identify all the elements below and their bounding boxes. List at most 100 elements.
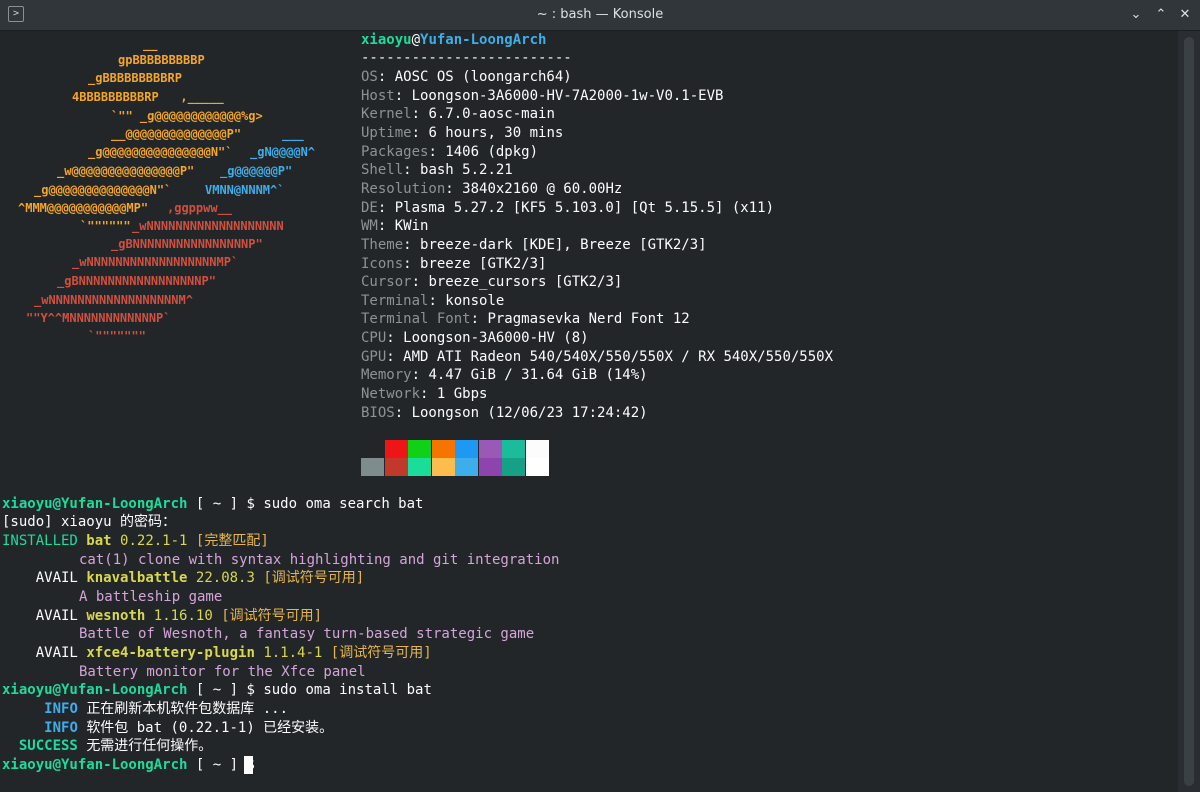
sysinfo-label: Terminal Font <box>361 311 471 328</box>
sysinfo-row: Resolution: 3840x2160 @ 60.00Hz <box>361 180 622 199</box>
prompt-symbol: $ <box>246 682 255 698</box>
sysinfo-value: 6 hours, 30 mins <box>428 124 564 141</box>
sysinfo-user: xiaoyu <box>361 32 412 48</box>
sysinfo-host: Yufan-LoongArch <box>420 32 547 48</box>
sysinfo-row: BIOS: Loongson (12/06/23 17:24:42) <box>361 404 648 423</box>
logo-line: ,ggppww__ <box>167 201 233 215</box>
result-desc: cat(1) clone with syntax highlighting an… <box>79 552 560 568</box>
scrollbar[interactable] <box>1178 31 1200 792</box>
result-name: knavalbattle <box>86 570 188 586</box>
result-version: 1.1.4-1 <box>263 645 323 661</box>
color-swatch <box>431 440 455 458</box>
result-desc: Battery monitor for the Xfce panel <box>79 664 366 680</box>
color-swatch <box>502 440 525 458</box>
text-cursor[interactable] <box>244 756 253 774</box>
maximize-button[interactable]: ⌃ <box>1150 4 1172 26</box>
sysinfo-label: Memory <box>361 367 412 384</box>
sysinfo-row: Terminal Font: Pragmasevka Nerd Font 12 <box>361 310 690 329</box>
scrollbar-thumb[interactable] <box>1184 37 1194 786</box>
command-text: sudo oma search bat <box>254 496 424 512</box>
chevron-up-icon: ⌃ <box>1155 7 1167 22</box>
sysinfo-value: AMD ATI Radeon 540/540X/550/550X / RX 54… <box>403 348 834 365</box>
result-status: AVAIL <box>35 570 78 586</box>
log-row: INFO 软件包 bat (0.22.1-1) 已经安装。 <box>2 719 333 738</box>
sysinfo-colon: : <box>377 69 395 85</box>
logo-line: _gBBBBBBBBBRP <box>88 71 182 85</box>
result-name: xfce4-battery-plugin <box>86 645 255 661</box>
sysinfo-label: OS <box>361 69 378 85</box>
logo-line: _gN@@@@N^ <box>250 145 316 159</box>
sysinfo-value: breeze-dark [KDE], Breeze [GTK2/3] <box>420 236 707 253</box>
sysinfo-row: Host: Loongson-3A6000-HV-7A2000-1w-V0.1-… <box>361 87 723 106</box>
sysinfo-label: Resolution <box>361 180 446 197</box>
log-message: 软件包 bat (0.22.1-1) 已经安装。 <box>86 720 334 736</box>
logo-line: _g@@@@@@P" <box>220 164 293 178</box>
logo-line: `""""""" <box>88 329 146 343</box>
terminal-area[interactable]: __ gpBBBBBBBBBP _gBBBBBBBBBRP 4BBBBBBBBB… <box>0 31 1178 792</box>
close-button[interactable]: ✕ <box>1174 4 1196 26</box>
color-swatch <box>384 458 408 476</box>
sysinfo-value: breeze_cursors [GTK2/3] <box>428 274 623 291</box>
sysinfo-colon: : <box>403 162 421 179</box>
sysinfo-value: bash 5.2.21 <box>420 162 513 179</box>
sysinfo-row: GPU: AMD ATI Radeon 540/540X/550/550X / … <box>361 348 833 367</box>
result-status: AVAIL <box>35 645 78 661</box>
result-version: 1.16.10 <box>153 608 213 624</box>
logo-line: _wNNNNNNNNNNNNNNNNNNMP` <box>72 255 239 269</box>
sysinfo-label: GPU <box>361 348 387 365</box>
title-bar[interactable]: > ~ : bash — Konsole ⌄ ⌃ ✕ <box>0 0 1200 31</box>
result-name: wesnoth <box>86 608 146 624</box>
logo-line: _gBNNNNNNNNNNNNNNNNP" <box>111 237 263 251</box>
color-swatch <box>455 440 478 458</box>
sysinfo-label: Uptime <box>361 124 412 141</box>
sysinfo-row: Uptime: 6 hours, 30 mins <box>361 124 563 143</box>
color-swatch <box>384 440 408 458</box>
log-level: INFO <box>44 720 78 736</box>
sysinfo-row: Icons: breeze [GTK2/3] <box>361 255 546 274</box>
sysinfo-colon: : <box>470 311 488 328</box>
sysinfo-row: DE: Plasma 5.27.2 [KF5 5.103.0] [Qt 5.15… <box>361 199 774 218</box>
minimize-button[interactable]: ⌄ <box>1125 4 1147 26</box>
prompt-user-host: xiaoyu@Yufan-LoongArch <box>2 496 188 512</box>
sysinfo-row: Theme: breeze-dark [KDE], Breeze [GTK2/3… <box>361 236 707 255</box>
log-row: SUCCESS 无需进行任何操作。 <box>2 737 212 756</box>
log-message: 正在刷新本机软件包数据库 ... <box>86 701 289 717</box>
result-row: INSTALLED bat 0.22.1-1 [完整匹配] <box>2 532 269 551</box>
log-row: INFO 正在刷新本机软件包数据库 ... <box>2 700 288 719</box>
prompt-line: xiaoyu@Yufan-LoongArch [ ~ ] $ <box>2 756 255 775</box>
logo-line: gpBBBBBBBBBP <box>118 53 205 67</box>
logo-line: _wNNNNNNNNNNNNNNNNNNM^ <box>34 293 193 307</box>
result-desc: Battle of Wesnoth, a fantasy turn-based … <box>79 626 535 642</box>
chevron-down-icon: ⌄ <box>1130 7 1142 22</box>
sysinfo-colon: : <box>394 404 412 421</box>
sysinfo-label: Terminal <box>361 292 429 309</box>
result-status: INSTALLED <box>2 533 78 549</box>
sysinfo-colon: : <box>377 199 395 216</box>
result-name: bat <box>86 533 112 549</box>
sysinfo-colon: : <box>403 255 421 272</box>
sysinfo-row: Kernel: 6.7.0-aosc-main <box>361 105 555 124</box>
logo-line: ""Y^^MNNNNNNNNNNNNP` <box>26 311 171 325</box>
sysinfo-colon: : <box>411 106 429 123</box>
logo-line: 4BBBBBBBBBRP ,_____ <box>72 90 224 104</box>
log-message: 无需进行任何操作。 <box>86 738 213 754</box>
command-text: sudo oma install bat <box>254 682 432 698</box>
sysinfo-value: konsole <box>445 292 505 309</box>
color-swatch <box>478 458 502 476</box>
result-tag: [调试符号可用] <box>263 570 365 586</box>
color-swatch <box>525 440 549 458</box>
sysinfo-colon: : <box>377 218 395 235</box>
sysinfo-value: Pragmasevka Nerd Font 12 <box>487 311 690 328</box>
result-row: AVAIL xfce4-battery-plugin 1.1.4-1 [调试符号… <box>2 644 432 663</box>
prompt-dir: [ ~ ] <box>187 496 247 512</box>
logo-line: ^MMM@@@@@@@@@@@MP" <box>18 201 149 215</box>
color-swatch <box>525 458 549 476</box>
sysinfo-value: KWin <box>394 218 429 235</box>
prompt-symbol: $ <box>246 496 255 512</box>
color-swatch <box>431 458 455 476</box>
prompt-line: xiaoyu@Yufan-LoongArch [ ~ ] $ sudo oma … <box>2 495 423 514</box>
sudo-prompt: [sudo] xiaoyu 的密码： <box>2 514 177 530</box>
sysinfo-at: @ <box>411 32 421 48</box>
sysinfo-row: Memory: 4.47 GiB / 31.64 GiB (14%) <box>361 366 648 385</box>
color-swatch <box>408 458 431 476</box>
